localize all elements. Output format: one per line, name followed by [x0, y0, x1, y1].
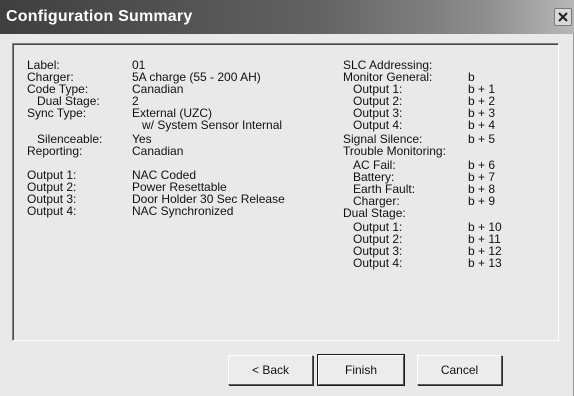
left-value-code-type: Canadian — [132, 82, 184, 96]
left-value-reporting: Canadian — [132, 144, 184, 158]
left-value-output-4: NAC Synchronized — [132, 204, 234, 218]
finish-button[interactable]: Finish — [317, 354, 405, 386]
left-label-reporting: Reporting: — [27, 144, 83, 158]
close-icon — [558, 12, 568, 22]
right-value-dual-output-4: b + 13 — [468, 256, 502, 270]
left-label-sync-type: Sync Type: — [27, 106, 87, 120]
close-button[interactable] — [554, 8, 572, 26]
right-label-dual-stage: Dual Stage: — [343, 206, 406, 220]
configuration-summary-dialog: Configuration Summary Label: 01 Charger:… — [0, 0, 574, 396]
left-label-output-4: Output 4: — [27, 204, 77, 218]
cancel-button[interactable]: Cancel — [417, 355, 502, 385]
left-value-sync-type-detail: w/ System Sensor Internal — [142, 118, 283, 132]
title-bar[interactable]: Configuration Summary — [0, 0, 574, 34]
summary-panel: Label: 01 Charger: 5A charge (55 - 200 A… — [12, 43, 559, 341]
right-value-output-4: b + 4 — [468, 118, 496, 132]
back-button[interactable]: < Back — [228, 355, 313, 385]
window-title: Configuration Summary — [6, 8, 193, 25]
right-label-dual-output-4: Output 4: — [353, 256, 403, 270]
right-value-signal-silence: b + 5 — [468, 132, 496, 146]
right-label-output-4: Output 4: — [353, 118, 403, 132]
right-label-trouble-monitoring: Trouble Monitoring: — [343, 144, 446, 158]
right-value-charger: b + 9 — [468, 194, 496, 208]
